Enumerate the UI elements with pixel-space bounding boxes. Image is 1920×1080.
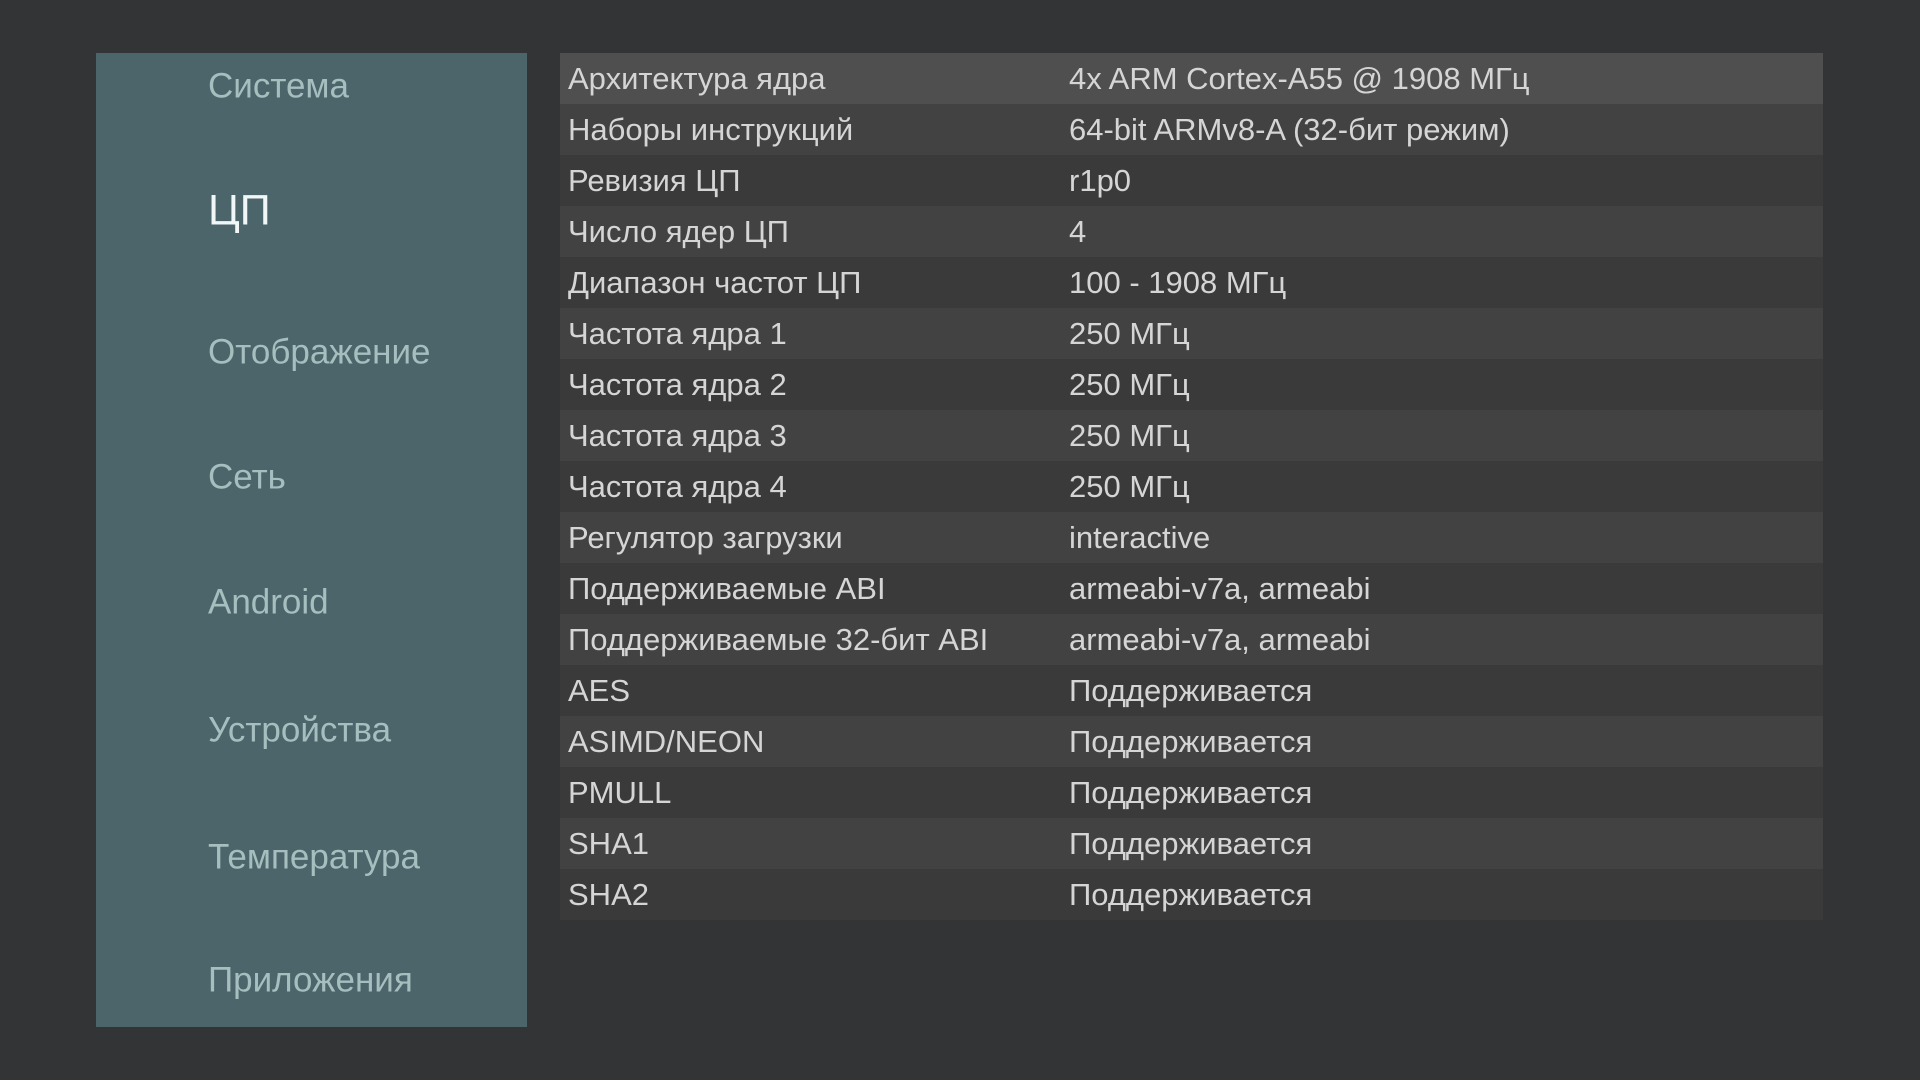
table-row-core4-frequency[interactable]: Частота ядра 4 250 МГц — [560, 461, 1823, 512]
row-value: 4x ARM Cortex-A55 @ 1908 МГц — [1069, 53, 1823, 104]
cpu-info-list: Архитектура ядра 4x ARM Cortex-A55 @ 190… — [560, 53, 1823, 920]
table-row-cpu-frequency-range[interactable]: Диапазон частот ЦП 100 - 1908 МГц — [560, 257, 1823, 308]
table-row-aes[interactable]: AES Поддерживается — [560, 665, 1823, 716]
row-value: Поддерживается — [1069, 767, 1823, 818]
row-value: 100 - 1908 МГц — [1069, 257, 1823, 308]
sidebar-item-android[interactable]: Android — [208, 585, 329, 620]
sidebar-item-temperature[interactable]: Температура — [208, 840, 420, 875]
sidebar-item-devices[interactable]: Устройства — [208, 713, 391, 748]
row-value: 64-bit ARMv8-A (32-бит режим) — [1069, 104, 1823, 155]
row-label: Ревизия ЦП — [560, 155, 1069, 206]
table-row-core3-frequency[interactable]: Частота ядра 3 250 МГц — [560, 410, 1823, 461]
row-value: 4 — [1069, 206, 1823, 257]
row-label: Регулятор загрузки — [560, 512, 1069, 563]
table-row-supported-abi[interactable]: Поддерживаемые ABI armeabi-v7a, armeabi — [560, 563, 1823, 614]
row-value: Поддерживается — [1069, 716, 1823, 767]
row-label: Наборы инструкций — [560, 104, 1069, 155]
table-row-cpu-cores[interactable]: Число ядер ЦП 4 — [560, 206, 1823, 257]
row-value: Поддерживается — [1069, 818, 1823, 869]
row-value: 250 МГц — [1069, 461, 1823, 512]
row-label: ASIMD/NEON — [560, 716, 1069, 767]
row-label: AES — [560, 665, 1069, 716]
table-row-supported-32bit-abi[interactable]: Поддерживаемые 32-бит ABI armeabi-v7a, a… — [560, 614, 1823, 665]
table-row-core2-frequency[interactable]: Частота ядра 2 250 МГц — [560, 359, 1823, 410]
sidebar-item-network[interactable]: Сеть — [208, 460, 286, 495]
table-row-sha2[interactable]: SHA2 Поддерживается — [560, 869, 1823, 920]
row-value: r1p0 — [1069, 155, 1823, 206]
sidebar-item-apps[interactable]: Приложения — [208, 963, 413, 998]
sidebar-panel: Система ЦП Отображение Сеть Android Устр… — [96, 53, 527, 1027]
app-screen: Система ЦП Отображение Сеть Android Устр… — [0, 0, 1920, 1080]
table-row-governor[interactable]: Регулятор загрузки interactive — [560, 512, 1823, 563]
table-row-core-architecture[interactable]: Архитектура ядра 4x ARM Cortex-A55 @ 190… — [560, 53, 1823, 104]
row-value: armeabi-v7a, armeabi — [1069, 563, 1823, 614]
table-row-cpu-revision[interactable]: Ревизия ЦП r1p0 — [560, 155, 1823, 206]
row-label: Частота ядра 1 — [560, 308, 1069, 359]
row-label: Поддерживаемые 32-бит ABI — [560, 614, 1069, 665]
table-row-core1-frequency[interactable]: Частота ядра 1 250 МГц — [560, 308, 1823, 359]
row-value: Поддерживается — [1069, 869, 1823, 920]
sidebar-item-display[interactable]: Отображение — [208, 335, 431, 370]
row-value: 250 МГц — [1069, 410, 1823, 461]
table-row-pmull[interactable]: PMULL Поддерживается — [560, 767, 1823, 818]
sidebar-item-system[interactable]: Система — [208, 69, 349, 104]
row-value: 250 МГц — [1069, 308, 1823, 359]
row-value: armeabi-v7a, armeabi — [1069, 614, 1823, 665]
sidebar-item-cpu[interactable]: ЦП — [208, 190, 271, 233]
row-label: Архитектура ядра — [560, 53, 1069, 104]
row-value: interactive — [1069, 512, 1823, 563]
row-value: Поддерживается — [1069, 665, 1823, 716]
row-label: SHA1 — [560, 818, 1069, 869]
table-row-asimd-neon[interactable]: ASIMD/NEON Поддерживается — [560, 716, 1823, 767]
table-row-instruction-sets[interactable]: Наборы инструкций 64-bit ARMv8-A (32-бит… — [560, 104, 1823, 155]
row-label: Частота ядра 4 — [560, 461, 1069, 512]
row-label: Поддерживаемые ABI — [560, 563, 1069, 614]
row-label: SHA2 — [560, 869, 1069, 920]
row-label: PMULL — [560, 767, 1069, 818]
row-value: 250 МГц — [1069, 359, 1823, 410]
row-label: Диапазон частот ЦП — [560, 257, 1069, 308]
row-label: Число ядер ЦП — [560, 206, 1069, 257]
row-label: Частота ядра 3 — [560, 410, 1069, 461]
row-label: Частота ядра 2 — [560, 359, 1069, 410]
table-row-sha1[interactable]: SHA1 Поддерживается — [560, 818, 1823, 869]
